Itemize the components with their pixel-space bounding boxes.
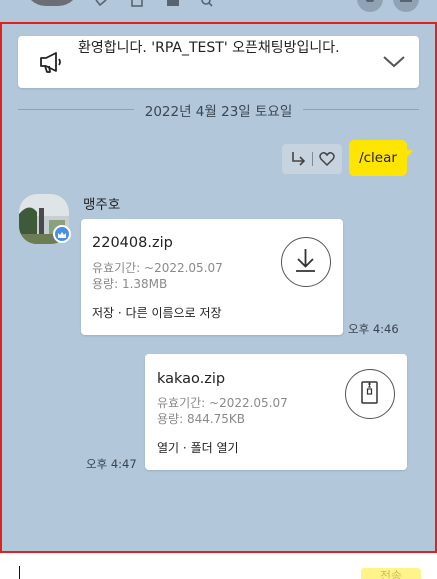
settings-icon[interactable] <box>357 0 383 12</box>
zip-file-icon[interactable] <box>345 369 395 419</box>
message-actions <box>282 144 342 174</box>
date-divider: 2022년 4월 23일 토요일 <box>0 100 437 120</box>
chat-toolbar <box>0 0 437 22</box>
megaphone-icon <box>38 49 64 75</box>
file-expiry: 유효기간: ~2022.05.07 <box>92 261 223 275</box>
file-size: 용량: 1.38MB <box>92 277 168 291</box>
chevron-down-icon[interactable] <box>382 50 406 74</box>
check-icon[interactable] <box>94 0 108 8</box>
file-name: kakao.zip <box>157 371 226 387</box>
separator: · <box>117 306 122 320</box>
sender-name: 맹주호 <box>83 197 121 213</box>
crown-icon <box>53 225 71 243</box>
text-caret <box>19 566 20 579</box>
file-size: 용량: 844.75KB <box>157 412 246 426</box>
my-message-bubble[interactable]: /clear <box>349 140 407 176</box>
message-input-area[interactable]: 전송 <box>0 553 437 579</box>
box-icon[interactable] <box>166 0 180 8</box>
heart-icon[interactable] <box>319 151 335 167</box>
message-time: 오후 4:47 <box>86 457 137 471</box>
document-icon[interactable] <box>130 0 144 8</box>
reply-arrow-icon[interactable] <box>290 151 306 167</box>
date-text: 2022년 4월 23일 토요일 <box>138 104 299 120</box>
search-icon[interactable] <box>200 0 214 8</box>
message-time: 오후 4:46 <box>348 322 399 336</box>
file-card[interactable]: 220408.zip 유효기간: ~2022.05.07 용량: 1.38MB … <box>81 219 343 335</box>
open-link[interactable]: 열기 <box>157 441 179 455</box>
file-card[interactable]: kakao.zip 유효기간: ~2022.05.07 용량: 844.75KB… <box>145 354 407 470</box>
open-folder-link[interactable]: 폴더 열기 <box>191 441 239 455</box>
notice-banner[interactable]: 환영합니다. 'RPA_TEST' 오픈채팅방입니다. <box>18 36 419 88</box>
send-button[interactable]: 전송 <box>361 568 421 579</box>
notice-text: 환영합니다. 'RPA_TEST' 오픈채팅방입니다. <box>78 40 340 56</box>
save-link[interactable]: 저장 <box>92 306 114 320</box>
menu-icon[interactable] <box>393 0 419 12</box>
chatroom-avatar[interactable] <box>24 0 80 6</box>
divider <box>312 152 313 166</box>
download-icon[interactable] <box>281 237 331 287</box>
separator: · <box>182 441 187 455</box>
save-as-link[interactable]: 다른 이름으로 저장 <box>126 306 222 320</box>
file-name: 220408.zip <box>92 235 173 251</box>
file-expiry: 유효기간: ~2022.05.07 <box>157 396 288 410</box>
